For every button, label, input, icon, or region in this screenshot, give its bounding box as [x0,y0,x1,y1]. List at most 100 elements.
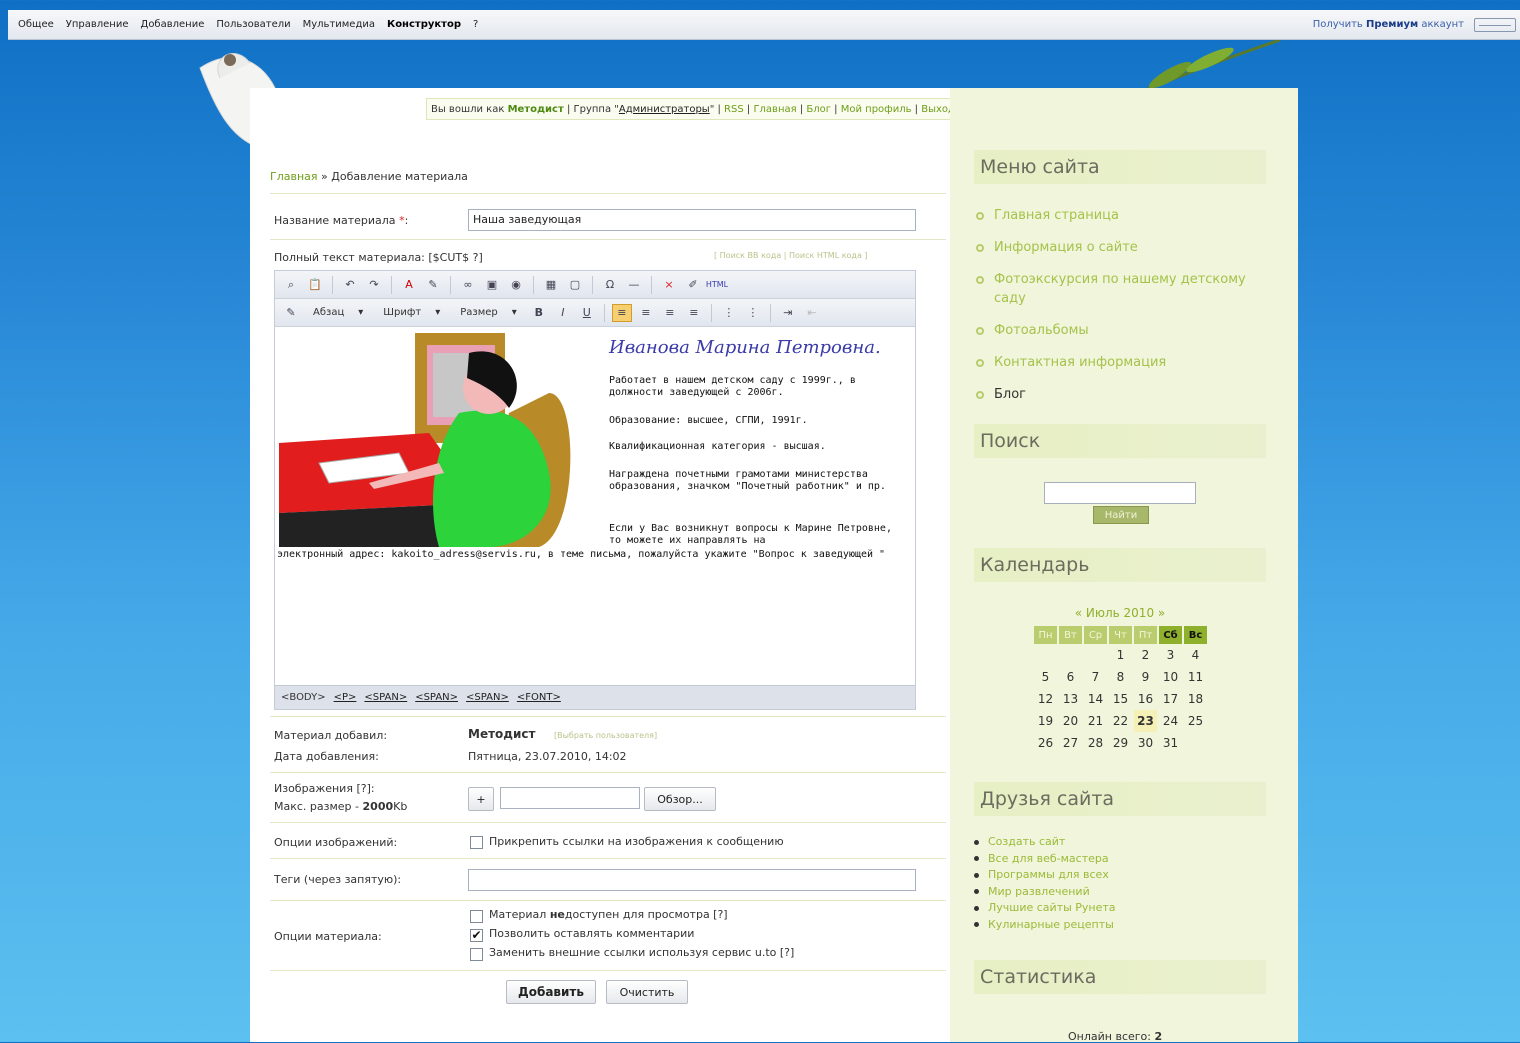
friend-link[interactable]: Создать сайт [974,834,1116,851]
table-icon[interactable]: ▦ [541,276,561,294]
widget-icon[interactable]: ▢ [565,276,585,294]
calendar-day[interactable]: 12 [1034,688,1057,710]
style-icon[interactable]: ✎ [281,304,301,322]
special-char-icon[interactable]: Ω [600,276,620,294]
calendar-day[interactable]: 2 [1134,644,1157,666]
menu-item-home[interactable]: Главная страница [974,206,1274,225]
menu-help[interactable]: ? [473,19,478,30]
browse-button[interactable]: Обзор... [644,787,716,811]
size-select[interactable]: Размер ▾ [452,307,525,318]
calendar-day[interactable]: 6 [1059,666,1082,688]
text-color-icon[interactable]: A [399,276,419,294]
unordered-list-icon[interactable]: ⋮ [743,304,763,322]
add-button[interactable]: Добавить [506,980,596,1004]
calendar-day[interactable]: 22 [1109,710,1132,732]
path-item[interactable]: <FONT> [517,692,561,703]
calendar-day[interactable]: 8 [1109,666,1132,688]
panel-toggle-icon[interactable] [1474,18,1516,32]
calendar-day[interactable]: 21 [1084,710,1107,732]
calendar-day[interactable]: 17 [1159,688,1182,710]
menu-item-blog[interactable]: Блог [974,385,1274,404]
find-icon[interactable]: ⌕ [281,276,301,294]
search-input[interactable] [1044,482,1196,504]
choose-user-link[interactable]: [Выбрать пользователя] [554,731,657,740]
calendar-day[interactable]: 25 [1184,710,1207,732]
search-button[interactable]: Найти [1093,506,1149,524]
outdent-icon[interactable]: ⇤ [802,304,822,322]
title-input[interactable]: Наша заведующая [468,209,916,231]
flash-icon[interactable]: ◉ [506,276,526,294]
calendar-day[interactable]: 10 [1159,666,1182,688]
group-link[interactable]: Администраторы [619,104,710,115]
calendar-day-today[interactable]: 23 [1134,710,1157,732]
friend-link[interactable]: Мир развлечений [974,884,1116,901]
calendar-day[interactable]: 26 [1034,732,1057,754]
allow-comments-checkbox[interactable]: ✔ [470,929,483,942]
premium-link[interactable]: Получить Премиум аккаунт [1313,19,1464,30]
calendar-day[interactable]: 31 [1159,732,1182,754]
menu-item-albums[interactable]: Фотоальбомы [974,321,1274,340]
home-link[interactable]: Главная [753,104,796,115]
calendar-day[interactable]: 30 [1134,732,1157,754]
italic-icon[interactable]: I [553,304,573,322]
calendar-day[interactable]: 16 [1134,688,1157,710]
path-item[interactable]: <P> [334,692,357,703]
calendar-day[interactable]: 9 [1134,666,1157,688]
friend-link[interactable]: Программы для всех [974,867,1116,884]
calendar-day[interactable]: 3 [1159,644,1182,666]
clear-button[interactable]: Очистить [606,980,688,1004]
indent-icon[interactable]: ⇥ [778,304,798,322]
login-user-link[interactable]: Методист [508,104,564,115]
font-select[interactable]: Шрифт ▾ [375,307,448,318]
calendar-day[interactable]: 29 [1109,732,1132,754]
calendar-day[interactable]: 19 [1034,710,1057,732]
calendar-day[interactable]: 13 [1059,688,1082,710]
menu-general[interactable]: Общее [18,19,54,30]
blog-link[interactable]: Блог [806,104,831,115]
menu-users[interactable]: Пользователи [216,19,290,30]
replace-links-checkbox[interactable] [470,948,483,961]
calendar-day[interactable]: 1 [1109,644,1132,666]
redo-icon[interactable]: ↷ [364,276,384,294]
align-left-icon[interactable]: ≡ [611,303,632,322]
ordered-list-icon[interactable]: ⋮ [719,304,739,322]
clean-icon[interactable]: ✐ [683,276,703,294]
breadcrumb-home[interactable]: Главная [270,170,318,183]
html-icon[interactable]: HTML [706,276,728,294]
friend-link[interactable]: Все для веб-мастера [974,851,1116,868]
calendar-day[interactable]: 18 [1184,688,1207,710]
align-justify-icon[interactable]: ≡ [684,304,704,322]
underline-icon[interactable]: U [577,304,597,322]
path-item[interactable]: <SPAN> [415,692,458,703]
calendar-day[interactable]: 11 [1184,666,1207,688]
friend-link[interactable]: Лучшие сайты Рунета [974,900,1116,917]
calendar-day[interactable]: 28 [1084,732,1107,754]
attach-links-checkbox[interactable] [470,836,483,849]
menu-management[interactable]: Управление [66,19,129,30]
friend-link[interactable]: Кулинарные рецепты [974,917,1116,934]
paste-icon[interactable]: 📋 [305,276,325,294]
image-icon[interactable]: ▣ [482,276,502,294]
bold-icon[interactable]: B [529,304,549,322]
calendar-day[interactable]: 7 [1084,666,1107,688]
path-item[interactable]: <SPAN> [364,692,407,703]
calendar-day[interactable]: 4 [1184,644,1207,666]
calendar-day[interactable]: 20 [1059,710,1082,732]
tags-input[interactable] [468,869,916,891]
calendar-day[interactable]: 15 [1109,688,1132,710]
rss-link[interactable]: RSS [724,104,744,115]
menu-item-photo-tour[interactable]: Фотоэкскурсия по нашему детскому саду [974,270,1274,308]
calendar-day[interactable]: 27 [1059,732,1082,754]
undo-icon[interactable]: ↶ [340,276,360,294]
add-image-button[interactable]: + [468,787,494,811]
image-file-input[interactable] [500,787,640,809]
bg-color-icon[interactable]: ✎ [423,276,443,294]
calendar-month-nav[interactable]: « Июль 2010 » [1032,606,1208,620]
profile-link[interactable]: Мой профиль [841,104,912,115]
menu-item-about[interactable]: Информация о сайте [974,238,1274,257]
link-icon[interactable]: ∞ [458,276,478,294]
align-center-icon[interactable]: ≡ [636,304,656,322]
code-search-links[interactable]: [ Поиск ВВ кода | Поиск HTML кода ] [714,251,868,260]
editor-content-area[interactable]: Иванова Марина Петровна. Работает в наше… [275,329,915,683]
menu-constructor[interactable]: Конструктор [387,19,461,30]
